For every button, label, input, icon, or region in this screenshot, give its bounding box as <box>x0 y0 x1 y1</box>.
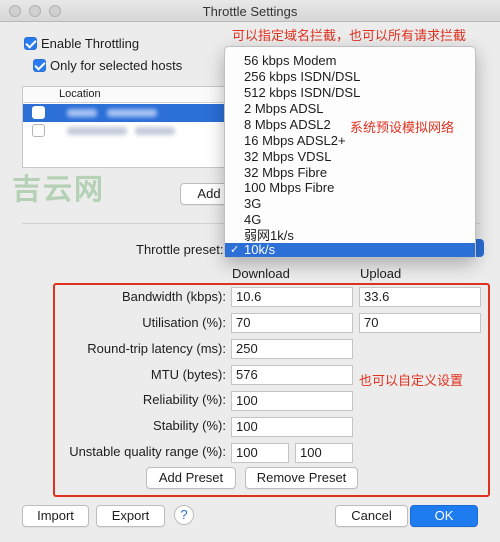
preset-option[interactable]: 32 Mbps VDSL <box>225 149 475 165</box>
preset-option-selected[interactable]: ✓ 10k/s <box>225 243 475 257</box>
preset-option[interactable]: 256 kbps ISDN/DSL <box>225 69 475 85</box>
bandwidth-upload-input[interactable]: 33.6 <box>359 287 481 307</box>
host-row[interactable] <box>23 122 235 140</box>
preset-option[interactable]: 56 kbps Modem <box>225 53 475 69</box>
unstable-range-label: Unstable quality range (%): <box>69 444 226 459</box>
host-row-checkbox[interactable] <box>32 124 45 137</box>
preset-option[interactable]: 3G <box>225 196 475 212</box>
bandwidth-download-input[interactable]: 10.6 <box>231 287 353 307</box>
enable-throttling-label: Enable Throttling <box>41 36 140 51</box>
host-row-redacted <box>107 109 157 117</box>
domain-annotation: 可以指定域名拦截，也可以所有请求拦截 <box>232 28 467 43</box>
add-preset-button[interactable]: Add Preset <box>146 467 236 489</box>
upload-column-header: Upload <box>360 266 402 281</box>
preset-selected-label: 10k/s <box>244 242 276 257</box>
latency-input[interactable]: 250 <box>231 339 353 359</box>
import-button[interactable]: Import <box>22 505 89 527</box>
utilisation-download-input[interactable]: 70 <box>231 313 353 333</box>
window-title: Throttle Settings <box>202 4 298 19</box>
hosts-table[interactable]: Location <box>22 86 236 168</box>
host-row-checkbox[interactable] <box>32 106 45 119</box>
latency-label: Round-trip latency (ms): <box>87 341 226 356</box>
remove-preset-button[interactable]: Remove Preset <box>245 467 358 489</box>
hosts-table-header: Location <box>23 87 235 103</box>
watermark-logo: 吉云网 <box>12 174 106 206</box>
throttle-preset-label: Throttle preset: <box>136 242 224 257</box>
throttle-preset-dropdown[interactable]: 56 kbps Modem 256 kbps ISDN/DSL 512 kbps… <box>224 46 476 258</box>
stability-input[interactable]: 100 <box>231 417 353 437</box>
host-row-redacted <box>67 127 127 135</box>
only-selected-hosts-checkbox[interactable] <box>33 59 46 72</box>
stability-label: Stability (%): <box>153 418 226 433</box>
location-column-header[interactable]: Location <box>59 88 101 100</box>
preset-option[interactable]: 32 Mbps Fibre <box>225 165 475 181</box>
utilisation-upload-input[interactable]: 70 <box>359 313 481 333</box>
throttle-preset-select[interactable] <box>476 239 484 257</box>
mtu-input[interactable]: 576 <box>231 365 353 385</box>
reliability-input[interactable]: 100 <box>231 391 353 411</box>
download-column-header: Download <box>232 266 290 281</box>
host-row[interactable] <box>23 104 235 122</box>
mtu-label: MTU (bytes): <box>150 367 226 382</box>
host-row-redacted <box>135 127 175 135</box>
export-button[interactable]: Export <box>96 505 165 527</box>
cancel-button[interactable]: Cancel <box>335 505 408 527</box>
custom-annotation: 也可以自定义设置 <box>359 373 464 388</box>
preset-annotation: 系统预设模拟网络 <box>350 120 455 135</box>
unstable-range-max-input[interactable]: 100 <box>295 443 353 463</box>
only-selected-hosts-label: Only for selected hosts <box>50 58 183 73</box>
preset-option[interactable]: 2 Mbps ADSL <box>225 101 475 117</box>
reliability-label: Reliability (%): <box>142 392 226 407</box>
title-bar: Throttle Settings <box>0 0 500 22</box>
help-icon[interactable]: ? <box>174 505 194 525</box>
preset-option[interactable]: 512 kbps ISDN/DSL <box>225 85 475 101</box>
enable-throttling-checkbox[interactable] <box>24 37 37 50</box>
host-row-redacted <box>67 109 97 117</box>
unstable-range-min-input[interactable]: 100 <box>231 443 289 463</box>
checkmark-icon: ✓ <box>230 244 240 256</box>
preset-option[interactable]: 100 Mbps Fibre <box>225 180 475 196</box>
utilisation-label: Utilisation (%): <box>142 315 226 330</box>
ok-button[interactable]: OK <box>410 505 478 527</box>
bandwidth-label: Bandwidth (kbps): <box>121 289 226 304</box>
preset-option[interactable]: 4G <box>225 212 475 228</box>
